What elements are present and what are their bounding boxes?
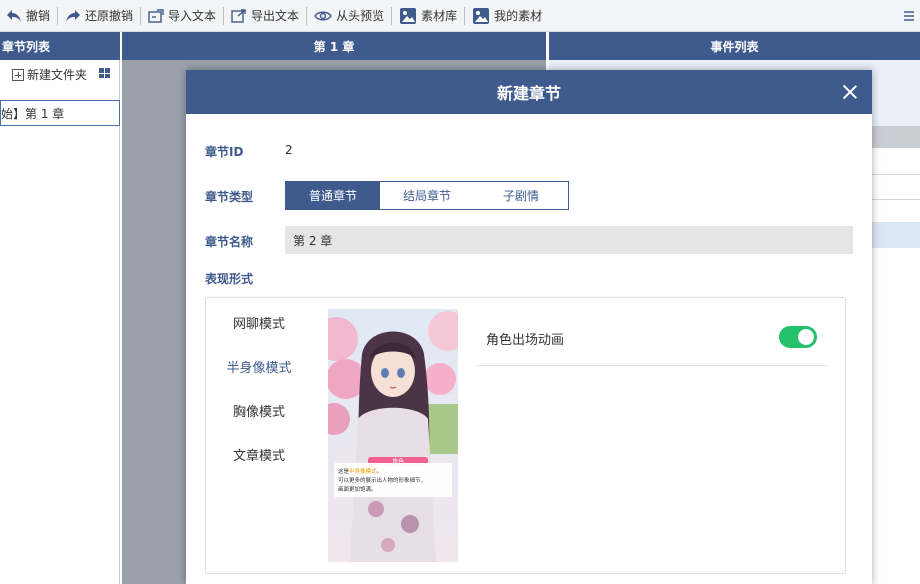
event-row-divider: [872, 174, 920, 175]
preview-line-3: 画面更加饱满。: [338, 485, 377, 493]
type-option-substory[interactable]: 子剧情: [474, 182, 568, 209]
toolbar-divider: [391, 6, 393, 25]
preview-line-2: 可以更多的展示出人物的形象细节，: [338, 476, 426, 484]
undo-icon: [7, 9, 21, 22]
preview-line-1: 这是半身像模式。: [338, 467, 382, 475]
preview-highlight: 半身像模式: [349, 467, 377, 475]
chapter-list-header: 章节列表: [0, 32, 120, 60]
mode-preview-image: 角色 这是半身像模式。 可以更多的展示出人物的形象细节， 画面更加饱满。: [328, 309, 458, 562]
chapter-id-label: 章节ID: [205, 145, 244, 159]
toolbar-divider: [464, 6, 466, 25]
toolbar-divider: [306, 6, 308, 25]
import-text-button[interactable]: 导入文本: [142, 0, 222, 32]
mode-option-chat[interactable]: 网聊模式: [224, 313, 294, 332]
mode-option-half-body[interactable]: 半身像模式: [224, 357, 294, 376]
my-assets-button[interactable]: 我的素材: [466, 0, 548, 32]
new-folder-button[interactable]: 新建文件夹: [12, 66, 87, 83]
new-chapter-dialog: 新建章节 章节ID 2 章节类型 普通章节 结局章节 子剧情 章节名称 表现形式…: [186, 70, 872, 584]
add-icon: [12, 68, 24, 81]
toolbar-divider: [223, 6, 225, 25]
close-icon[interactable]: [840, 82, 860, 102]
type-option-normal[interactable]: 普通章节: [286, 182, 380, 209]
redo-label: 还原撤销: [85, 9, 134, 23]
redo-button[interactable]: 还原撤销: [59, 0, 139, 32]
export-text-button[interactable]: 导出文本: [225, 0, 305, 32]
chapter-item-label: 始】第 1 章: [1, 106, 65, 121]
import-icon: [148, 8, 164, 23]
grid-view-icon[interactable]: [99, 68, 110, 78]
my-assets-icon: [473, 7, 490, 24]
preview-line-1-suffix: 。: [377, 469, 383, 475]
chapter-type-selector: 普通章节 结局章节 子剧情: [285, 181, 569, 210]
event-list-header: 事件列表: [549, 32, 920, 60]
dialog-title: 新建章节: [496, 84, 561, 103]
image-library-icon: [400, 7, 417, 24]
character-illustration: 角色 这是半身像模式。 可以更多的展示出人物的形象细节， 画面更加饱满。: [328, 309, 458, 562]
chapter-list-item[interactable]: 始】第 1 章: [0, 100, 120, 126]
chapter-name-label: 章节名称: [205, 235, 254, 249]
mode-option-bust[interactable]: 胸像模式: [224, 401, 294, 420]
asset-library-button[interactable]: 素材库: [393, 0, 463, 32]
chapter-id-value: 2: [285, 143, 293, 157]
display-mode-panel: 网聊模式 半身像模式 胸像模式 文章模式 角色 这是半身像模式。 可以更多的展示…: [205, 297, 846, 574]
chapter-type-label: 章节类型: [205, 190, 254, 204]
current-chapter-header: 第 1 章: [122, 32, 546, 60]
import-text-label: 导入文本: [168, 9, 217, 23]
export-icon: [231, 8, 246, 23]
new-folder-label: 新建文件夹: [27, 68, 88, 82]
entrance-animation-toggle[interactable]: [779, 326, 817, 348]
export-text-label: 导出文本: [251, 9, 300, 23]
display-form-label: 表现形式: [205, 272, 254, 286]
preview-line-1-prefix: 这是: [338, 467, 350, 475]
preview-from-start-button[interactable]: 从头预览: [308, 0, 390, 32]
menu-icon[interactable]: [902, 8, 916, 25]
my-assets-label: 我的素材: [494, 9, 543, 23]
type-option-ending[interactable]: 结局章节: [380, 182, 474, 209]
entrance-animation-label: 角色出场动画: [486, 333, 565, 348]
toolbar-divider: [140, 6, 142, 25]
redo-icon: [66, 9, 81, 22]
toolbar-divider: [57, 6, 59, 25]
mode-option-article[interactable]: 文章模式: [224, 445, 294, 464]
chapter-list-panel: 新建文件夹 始】第 1 章: [0, 60, 120, 584]
undo-button[interactable]: 撤销: [0, 0, 56, 32]
chapter-name-input[interactable]: [285, 226, 853, 254]
dialog-header: 新建章节: [186, 70, 872, 114]
option-divider: [477, 365, 827, 366]
toolbar: 撤销 还原撤销 导入文本 导出文本 从头预览 素材库 我的素材: [0, 0, 920, 32]
preview-from-start-label: 从头预览: [336, 9, 385, 23]
event-row-divider: [872, 199, 920, 200]
asset-library-label: 素材库: [421, 9, 458, 23]
eye-icon: [314, 11, 332, 20]
undo-label: 撤销: [26, 9, 51, 23]
